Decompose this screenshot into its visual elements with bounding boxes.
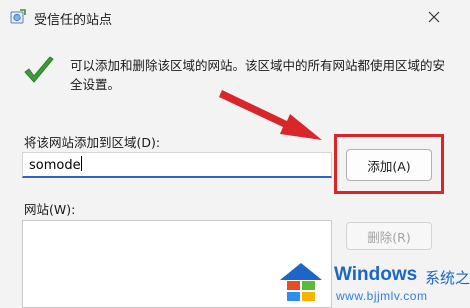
add-button[interactable]: 添加(A) (346, 149, 432, 181)
text-cursor (80, 156, 82, 171)
watermark-url: www.bjjmlv.com (336, 289, 428, 303)
watermark-brand-cn: 系统之家 (425, 269, 470, 287)
close-icon (428, 11, 440, 23)
watermark-brand: Windows (334, 264, 418, 285)
close-button[interactable] (420, 0, 448, 34)
windows-logo-icon (280, 263, 322, 301)
zone-description: 可以添加和删除该区域的网站。该区域中的所有网站都使用区域的安全设置。 (70, 58, 446, 92)
window-title: 受信任的站点 (34, 13, 113, 28)
checkmark-icon (24, 56, 54, 83)
add-site-label: 将该网站添加到区域(D): (24, 135, 161, 150)
watermark: Windows 系统之家 www.bjjmlv.com (278, 258, 470, 308)
title-bar: 受信任的站点 (0, 0, 470, 34)
sites-label: 网站(W): (24, 202, 76, 217)
add-site-input[interactable]: somode (22, 152, 332, 178)
trusted-sites-dialog: 受信任的站点 可以添加和删除该区域的网站。该区域中的所有网站都使用区域的安全设置… (0, 0, 470, 308)
remove-button[interactable]: 删除(R) (346, 222, 432, 250)
add-site-value: somode (29, 158, 81, 173)
trusted-sites-icon (10, 9, 26, 24)
